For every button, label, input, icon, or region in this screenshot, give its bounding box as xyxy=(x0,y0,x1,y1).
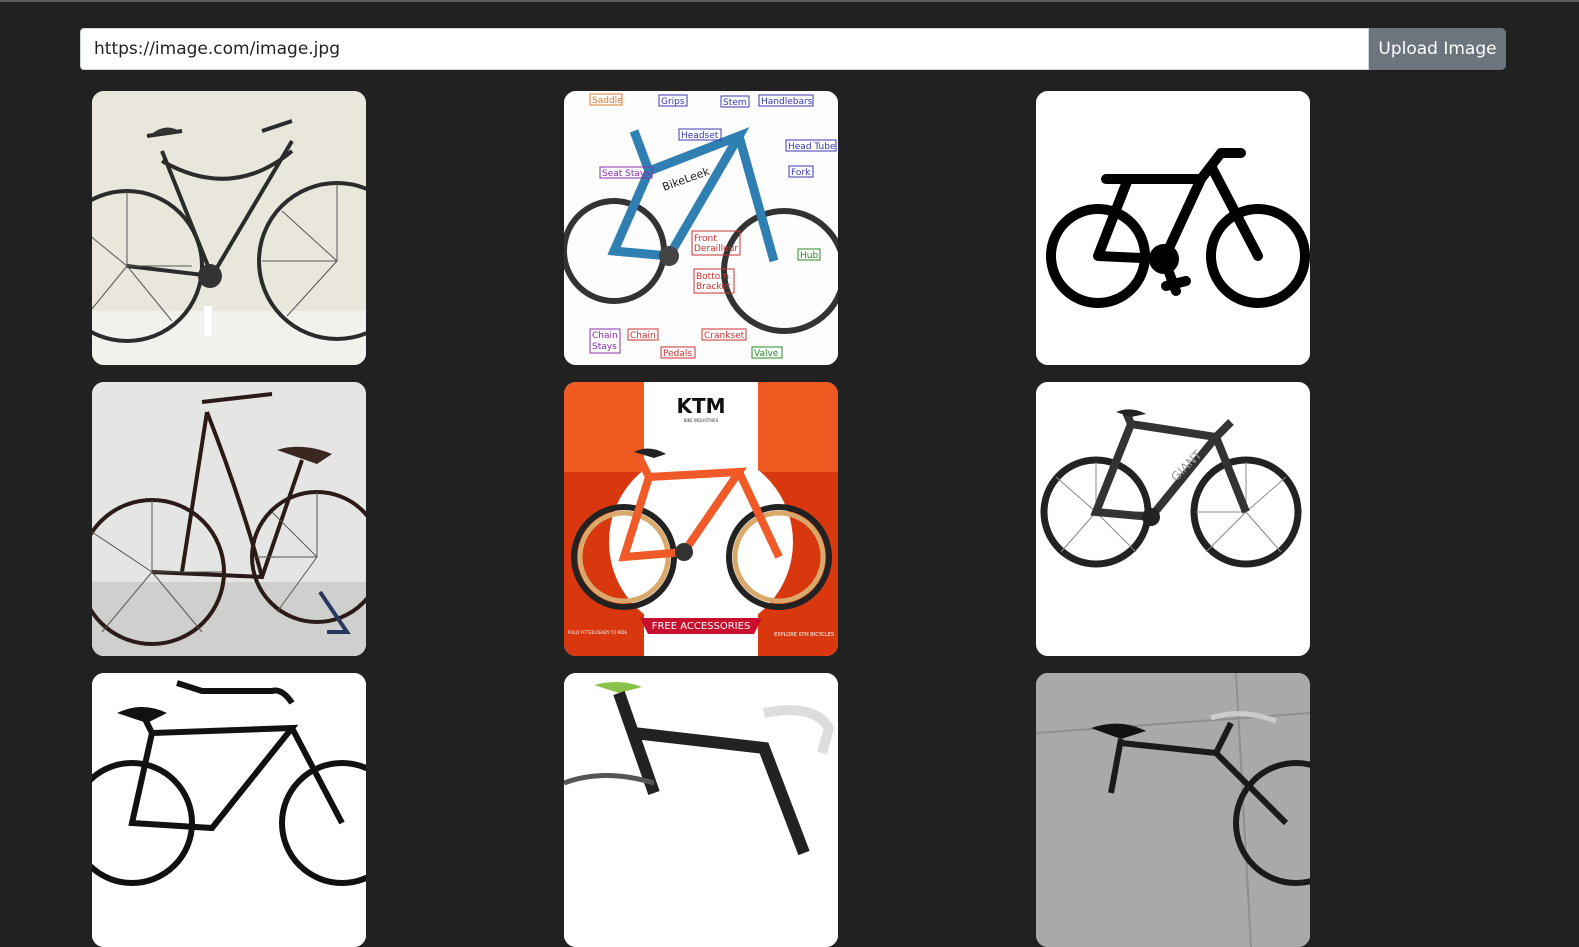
gallery-image-ktm-ad[interactable]: KTM BIKE INDUSTRIES FREE ACCESSORIES FUL… xyxy=(564,382,838,656)
image-url-input[interactable] xyxy=(80,28,1369,70)
svg-text:Valve: Valve xyxy=(754,349,779,359)
svg-text:Stem: Stem xyxy=(723,98,747,108)
upload-image-button[interactable]: Upload Image xyxy=(1369,28,1506,70)
svg-text:Crankset: Crankset xyxy=(704,331,745,341)
ktm-banner-text: FREE ACCESSORIES xyxy=(652,621,751,632)
gallery-image-carbon-road-bike[interactable] xyxy=(564,673,838,947)
svg-text:Chain: Chain xyxy=(630,331,656,341)
svg-text:Front: Front xyxy=(694,234,717,244)
svg-text:Saddle: Saddle xyxy=(592,96,623,106)
svg-text:Seat Stays: Seat Stays xyxy=(602,169,650,179)
gallery-image-vintage-bicycle[interactable] xyxy=(92,382,366,656)
svg-text:Chain: Chain xyxy=(592,331,618,341)
svg-text:Grips: Grips xyxy=(661,97,685,107)
svg-text:Headset: Headset xyxy=(681,131,719,141)
svg-text:Stays: Stays xyxy=(592,342,617,352)
svg-text:Handlebars: Handlebars xyxy=(761,97,813,107)
gallery-image-antique-bicycle[interactable] xyxy=(92,91,366,365)
window-top-border xyxy=(0,0,1579,2)
ktm-footer-right: EXPLORE KTM BICYCLES xyxy=(774,632,834,638)
svg-text:Bottom: Bottom xyxy=(696,272,729,282)
gallery-image-bicycle-icon[interactable] xyxy=(1036,91,1310,365)
gallery-image-bike-anatomy[interactable]: Saddle Grips Stem Handlebars Headset Sea… xyxy=(564,91,838,365)
svg-text:Bracket: Bracket xyxy=(696,282,731,292)
gallery-image-giant-road-bike[interactable]: GIANT xyxy=(1036,382,1310,656)
gallery-image-bicycle-on-pavement[interactable] xyxy=(1036,673,1310,947)
svg-text:Hub: Hub xyxy=(800,251,818,261)
ktm-logo-text: KTM xyxy=(676,394,725,418)
gallery-image-black-city-bicycle[interactable] xyxy=(92,673,366,947)
svg-text:Derailleur: Derailleur xyxy=(694,244,738,254)
svg-text:Head Tube: Head Tube xyxy=(788,142,836,152)
ktm-logo-subtitle: BIKE INDUSTRIES xyxy=(684,418,719,423)
upload-toolbar: Upload Image xyxy=(80,28,1506,70)
ktm-footer-left: FULLY FITTED READY TO RIDE xyxy=(568,630,628,635)
svg-text:Fork: Fork xyxy=(791,168,811,178)
svg-text:Pedals: Pedals xyxy=(663,349,692,359)
